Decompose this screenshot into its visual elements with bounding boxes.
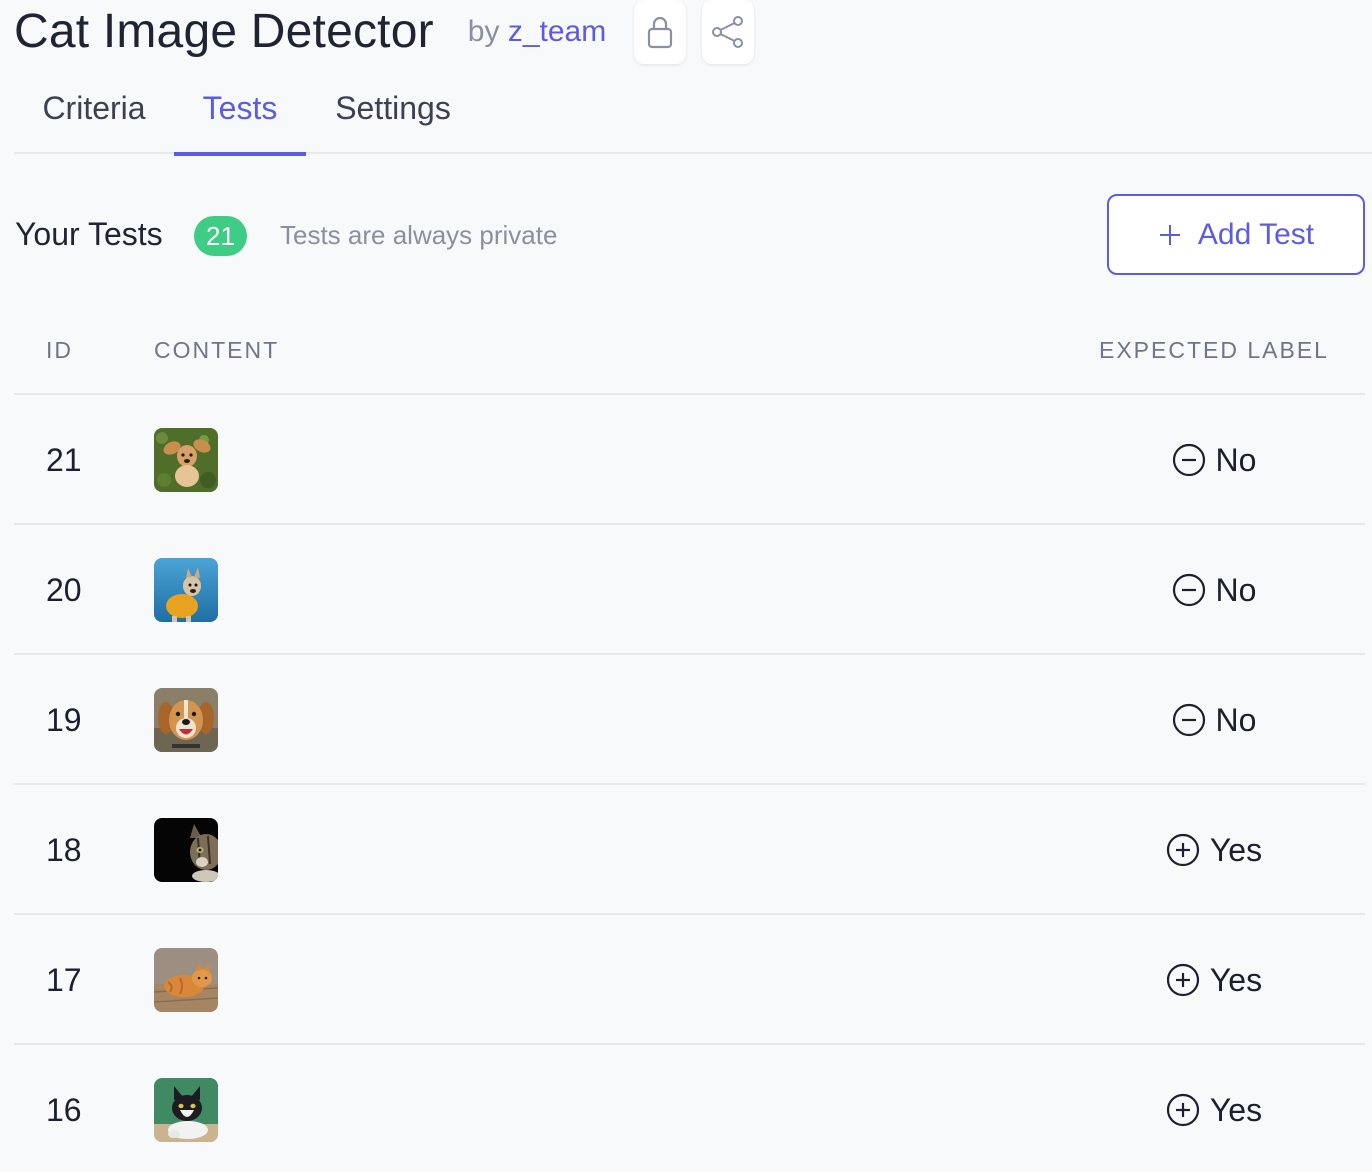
- row-id: 17: [46, 961, 82, 998]
- share-icon: [712, 16, 743, 48]
- tab-settings[interactable]: Settings: [306, 64, 480, 154]
- smiling-dog-image: [154, 688, 218, 752]
- cat-thumbnail[interactable]: [154, 818, 218, 882]
- plus-circle-icon: [1166, 1093, 1199, 1127]
- table-row[interactable]: 18 Yes: [14, 785, 1365, 915]
- minus-circle-icon: [1172, 573, 1205, 607]
- test-count-badge: 21: [194, 216, 247, 256]
- tuxedo-cat-image: [154, 1078, 218, 1142]
- team-link[interactable]: z_team: [508, 15, 606, 48]
- expected-label: Yes: [1154, 1045, 1274, 1172]
- expected-label: No: [1154, 655, 1274, 785]
- expected-label-text: Yes: [1209, 831, 1263, 868]
- cat-thumbnail[interactable]: [154, 948, 218, 1012]
- expected-label-text: Yes: [1209, 961, 1263, 998]
- expected-label: No: [1154, 525, 1274, 655]
- page-title: Cat Image Detector: [14, 5, 434, 58]
- column-header-content: CONTENT: [154, 337, 280, 363]
- column-header-id: ID: [46, 337, 73, 363]
- dog-yellow-vest-image: [154, 558, 218, 622]
- table-row[interactable]: 20 No: [14, 525, 1365, 655]
- tab-criteria[interactable]: Criteria: [14, 64, 174, 154]
- expected-label-text: No: [1215, 571, 1257, 608]
- table-row[interactable]: 19 No: [14, 655, 1365, 785]
- expected-label: Yes: [1154, 785, 1274, 915]
- dog-thumbnail[interactable]: [154, 558, 218, 622]
- dog-thumbnail[interactable]: [154, 428, 218, 492]
- table-row[interactable]: 16 Yes: [14, 1045, 1365, 1172]
- expected-label: Yes: [1154, 915, 1274, 1045]
- table-row[interactable]: 21 No: [14, 395, 1365, 525]
- row-id: 16: [46, 1091, 82, 1128]
- byline: by z_team: [468, 15, 606, 49]
- add-test-label: Add Test: [1197, 217, 1315, 251]
- byline-prefix: by: [467, 15, 500, 48]
- plus-circle-icon: [1166, 833, 1199, 867]
- minus-circle-icon: [1172, 703, 1205, 737]
- tab-bar: Criteria Tests Settings: [14, 64, 1372, 156]
- expected-label-text: Yes: [1209, 1091, 1263, 1128]
- row-id: 20: [46, 571, 82, 608]
- table-row[interactable]: 17 Yes: [14, 915, 1365, 1045]
- dog-thumbnail[interactable]: [154, 688, 218, 752]
- row-id: 18: [46, 831, 82, 868]
- cat-thumbnail[interactable]: [154, 1078, 218, 1142]
- privacy-note: Tests are always private: [280, 220, 558, 250]
- expected-label-text: No: [1215, 441, 1257, 478]
- tabby-cat-dark-image: [154, 818, 218, 882]
- share-button[interactable]: [702, 0, 754, 64]
- tab-tests[interactable]: Tests: [174, 64, 306, 156]
- dog-on-grass-image: [154, 428, 218, 492]
- section-title: Your Tests: [15, 216, 163, 252]
- row-id: 21: [46, 441, 82, 478]
- plus-icon: [1159, 224, 1180, 245]
- page-header: Cat Image Detector by z_team: [14, 0, 606, 64]
- add-test-button[interactable]: Add Test: [1107, 194, 1365, 275]
- minus-circle-icon: [1172, 443, 1205, 477]
- lock-icon: [647, 16, 673, 49]
- expected-label-text: No: [1215, 701, 1257, 738]
- row-id: 19: [46, 701, 82, 738]
- lock-button[interactable]: [634, 0, 686, 64]
- expected-label: No: [1154, 395, 1274, 525]
- column-header-expected-label: EXPECTED LABEL: [1099, 337, 1329, 363]
- orange-cat-lying-image: [154, 948, 218, 1012]
- plus-circle-icon: [1166, 963, 1199, 997]
